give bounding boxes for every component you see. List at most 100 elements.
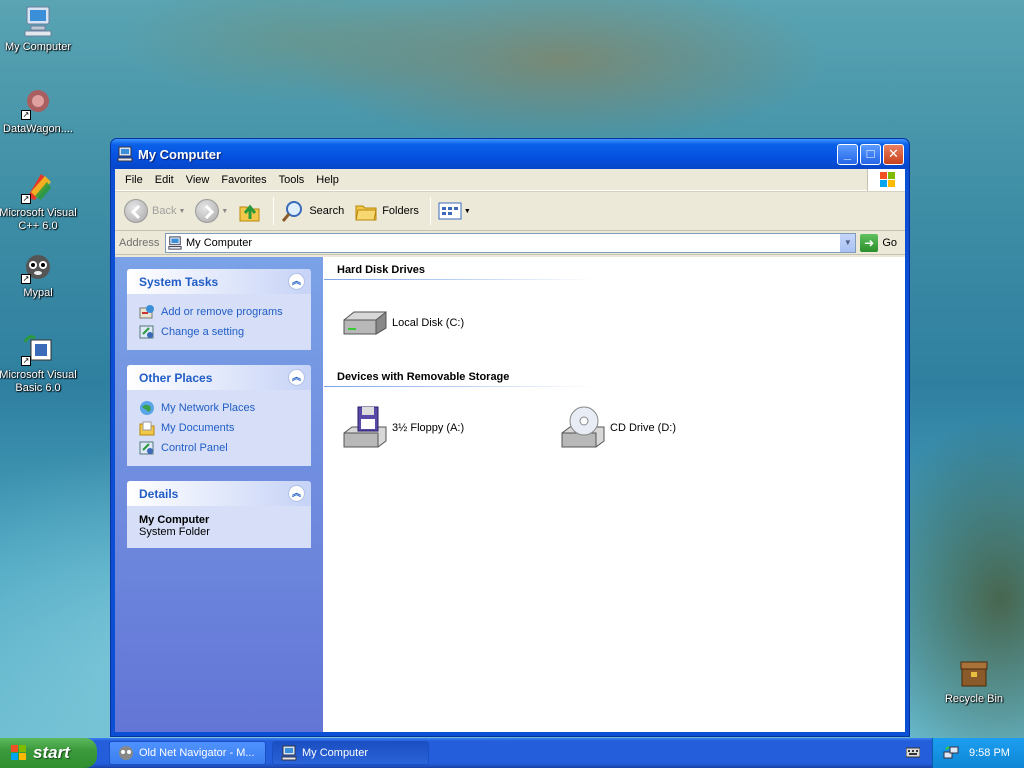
computer-icon bbox=[117, 146, 133, 162]
views-button[interactable]: ▼ bbox=[435, 199, 474, 223]
back-arrow-icon bbox=[124, 199, 148, 223]
desktop-icon-label: Microsoft Visual C++ 6.0 bbox=[0, 207, 77, 232]
drive-cd-d[interactable]: CD Drive (D:) bbox=[558, 401, 776, 455]
cd-drive-icon bbox=[561, 406, 605, 448]
collapse-chevron-icon[interactable]: ︽ bbox=[288, 485, 305, 502]
drive-floppy-a[interactable]: 3½ Floppy (A:) bbox=[340, 401, 558, 455]
taskbar: start Old Net Navigator - M... My Comput… bbox=[0, 738, 1024, 768]
drive-local-disk-c[interactable]: Local Disk (C:) bbox=[340, 296, 558, 350]
menu-favorites[interactable]: Favorites bbox=[215, 174, 272, 186]
task-change-setting[interactable]: Change a setting bbox=[139, 322, 299, 342]
close-button[interactable]: ✕ bbox=[883, 144, 904, 165]
drive-label: 3½ Floppy (A:) bbox=[392, 422, 465, 434]
desktop-icon-visual-basic[interactable]: ↗ Microsoft Visual Basic 6.0 bbox=[0, 332, 78, 395]
search-button[interactable]: Search bbox=[278, 197, 347, 225]
chevron-down-icon[interactable]: ▼ bbox=[221, 208, 228, 215]
place-control-panel[interactable]: Control Panel bbox=[139, 438, 299, 458]
desktop-icon-label: DataWagon.... bbox=[3, 123, 73, 135]
chevron-down-icon[interactable]: ▼ bbox=[178, 208, 185, 215]
desktop-icon-label: My Computer bbox=[4, 41, 72, 53]
desktop-icon-mypal[interactable]: ↗ Mypal bbox=[0, 250, 78, 300]
control-panel-icon bbox=[139, 325, 154, 339]
system-tasks-header[interactable]: System Tasks ︽ bbox=[127, 269, 311, 294]
desktop-icon-label: Microsoft Visual Basic 6.0 bbox=[0, 369, 77, 394]
up-folder-button[interactable] bbox=[235, 197, 265, 225]
floppy-drive-icon bbox=[343, 406, 387, 448]
network-places-icon bbox=[140, 401, 154, 415]
menu-file[interactable]: File bbox=[119, 174, 149, 186]
address-label: Address bbox=[119, 236, 160, 249]
taskbar-button-old-net-navigator[interactable]: Old Net Navigator - M... bbox=[109, 741, 266, 765]
computer-icon bbox=[168, 235, 182, 250]
shortcut-arrow-icon: ↗ bbox=[21, 110, 31, 120]
details-title: Details bbox=[139, 486, 179, 501]
group-divider bbox=[324, 386, 594, 387]
taskbar-button-my-computer[interactable]: My Computer bbox=[272, 741, 429, 765]
system-tasks-title: System Tasks bbox=[139, 274, 219, 289]
group-title-hard-disk-drives: Hard Disk Drives bbox=[337, 264, 426, 276]
details-header[interactable]: Details ︽ bbox=[127, 481, 311, 506]
task-label: Change a setting bbox=[161, 326, 245, 338]
desktop-icon-label: Mypal bbox=[23, 287, 53, 299]
title-bar[interactable]: My Computer _ □ ✕ bbox=[111, 139, 909, 169]
go-arrow-icon: ➜ bbox=[860, 233, 879, 252]
views-icon bbox=[438, 202, 462, 220]
system-tasks-panel: System Tasks ︽ Add or remove programs Ch… bbox=[127, 269, 311, 350]
details-name: My Computer bbox=[139, 514, 210, 526]
details-panel: Details ︽ My Computer System Folder bbox=[127, 481, 311, 548]
maximize-button[interactable]: □ bbox=[860, 144, 881, 165]
collapse-chevron-icon[interactable]: ︽ bbox=[288, 369, 305, 386]
drive-label: Local Disk (C:) bbox=[392, 317, 465, 329]
minimize-button[interactable]: _ bbox=[837, 144, 858, 165]
content-area: System Tasks ︽ Add or remove programs Ch… bbox=[115, 257, 905, 732]
up-folder-icon bbox=[239, 204, 260, 222]
datawagon-icon: ↗ bbox=[21, 86, 55, 120]
task-label: Add or remove programs bbox=[161, 306, 283, 318]
go-button[interactable]: ➜ Go bbox=[860, 233, 897, 252]
folders-button[interactable]: Folders bbox=[351, 197, 422, 225]
window-title: My Computer bbox=[138, 146, 222, 162]
chevron-down-icon: ▼ bbox=[463, 207, 471, 215]
control-panel-icon bbox=[139, 441, 154, 455]
menu-view[interactable]: View bbox=[180, 174, 216, 186]
toolbar: Back ▼ ▼ Search Folders ▼ bbox=[115, 191, 905, 231]
add-remove-programs-icon bbox=[139, 305, 154, 319]
address-input[interactable]: My Computer ▼ bbox=[165, 232, 857, 253]
collapse-chevron-icon[interactable]: ︽ bbox=[288, 273, 305, 290]
go-label: Go bbox=[882, 236, 897, 249]
system-tray: 9:58 PM bbox=[932, 738, 1024, 768]
my-computer-window: My Computer _ □ ✕ File Edit View Favorit… bbox=[110, 138, 910, 737]
desktop-icon-visual-cpp[interactable]: ↗ Microsoft Visual C++ 6.0 bbox=[0, 170, 78, 233]
other-places-header[interactable]: Other Places ︽ bbox=[127, 365, 311, 390]
menu-help[interactable]: Help bbox=[310, 174, 345, 186]
recycle-bin-icon bbox=[957, 656, 991, 690]
keyboard-icon[interactable] bbox=[906, 746, 920, 758]
mypal-icon: ↗ bbox=[21, 250, 55, 284]
group-title-removable-storage: Devices with Removable Storage bbox=[337, 371, 510, 383]
menu-tools[interactable]: Tools bbox=[273, 174, 311, 186]
place-my-network-places[interactable]: My Network Places bbox=[139, 398, 299, 418]
back-button[interactable]: Back ▼ bbox=[121, 197, 188, 225]
desktop-icon-my-computer[interactable]: My Computer bbox=[0, 4, 78, 54]
address-value: My Computer bbox=[186, 236, 253, 249]
task-add-remove-programs[interactable]: Add or remove programs bbox=[139, 302, 299, 322]
forward-arrow-icon bbox=[195, 199, 220, 223]
toolbar-separator bbox=[273, 197, 275, 225]
drive-label: CD Drive (D:) bbox=[610, 422, 676, 434]
network-tray-icon[interactable] bbox=[943, 745, 959, 761]
folders-label: Folders bbox=[382, 205, 419, 217]
folders-icon bbox=[355, 205, 377, 221]
start-button[interactable]: start bbox=[0, 738, 97, 768]
computer-icon bbox=[281, 745, 297, 761]
place-my-documents[interactable]: My Documents bbox=[139, 418, 299, 438]
shortcut-arrow-icon: ↗ bbox=[21, 356, 31, 366]
address-dropdown-button[interactable]: ▼ bbox=[839, 233, 856, 252]
forward-button[interactable]: ▼ bbox=[192, 197, 231, 225]
desktop-icon-recycle-bin[interactable]: Recycle Bin bbox=[934, 656, 1014, 706]
documents-folder-icon bbox=[139, 421, 155, 436]
menu-edit[interactable]: Edit bbox=[149, 174, 180, 186]
visual-basic-icon: ↗ bbox=[21, 332, 55, 366]
desktop-icon-datawagon[interactable]: ↗ DataWagon.... bbox=[0, 86, 78, 136]
clock[interactable]: 9:58 PM bbox=[969, 747, 1010, 759]
file-list: Hard Disk Drives Local Disk (C:) Devices… bbox=[324, 257, 905, 732]
